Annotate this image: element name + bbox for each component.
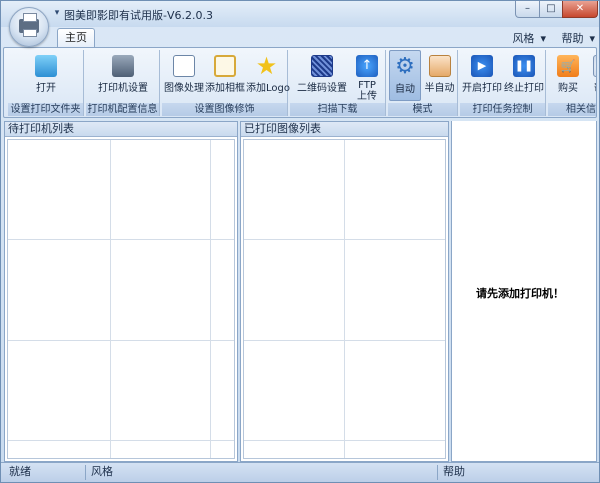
add-logo-label: 添加Logo xyxy=(246,83,290,94)
printer-settings-label: 打印机设置 xyxy=(98,83,148,94)
group-label-mode: 模式 xyxy=(388,103,457,116)
semi-auto-mode-label: 半自动 xyxy=(424,83,455,94)
grid-divider xyxy=(344,140,345,458)
ribbon: 打开 设置打印文件夹 打印机设置 打印机配置信息 图像处理 添加相框 ★ 添加L… xyxy=(3,47,597,118)
group-label-printer-config: 打印机配置信息 xyxy=(86,103,159,116)
status-style: 风格 xyxy=(91,465,113,478)
quick-access-dropdown-icon[interactable]: ▾ xyxy=(51,7,63,19)
status-state: 就绪 xyxy=(9,465,31,478)
group-print-folder: 打开 设置打印文件夹 xyxy=(8,50,84,116)
help-button[interactable]: 帮助 xyxy=(586,50,596,101)
grid-divider xyxy=(8,440,234,441)
qr-settings-label: 二维码设置 xyxy=(297,83,347,94)
grid-divider xyxy=(210,140,211,458)
printed-image-list[interactable] xyxy=(243,139,446,459)
grid-divider xyxy=(244,239,445,240)
qr-settings-button[interactable]: 二维码设置 xyxy=(294,50,350,101)
waiting-print-list-header: 待打印机列表 xyxy=(5,122,237,137)
help-icon xyxy=(593,55,596,77)
window-title: 图美即影即有试用版-V6.2.0.3 xyxy=(64,9,213,22)
printer-icon xyxy=(112,55,134,77)
buy-button[interactable]: 🛒 购买 xyxy=(550,50,586,101)
ribbon-right-menu: 风格 ▾ 帮助 ▾ xyxy=(500,30,595,46)
printer-settings-button[interactable]: 打印机设置 xyxy=(94,50,152,101)
open-button[interactable]: 打开 xyxy=(22,50,70,101)
help-label: 帮助 xyxy=(586,83,596,94)
no-printer-message: 请先添加打印机！ xyxy=(476,287,564,300)
stop-print-button[interactable]: ❚❚ 终止打印 xyxy=(503,50,545,101)
tab-home[interactable]: 主页 xyxy=(57,28,95,48)
grid-divider xyxy=(8,239,234,240)
waiting-print-list[interactable] xyxy=(7,139,235,459)
maximize-button[interactable]: □ xyxy=(539,1,563,18)
help-menu-label: 帮助 xyxy=(561,32,584,45)
start-print-label: 开启打印 xyxy=(462,83,502,94)
buy-label: 购买 xyxy=(558,83,578,94)
star-logo-icon: ★ xyxy=(255,52,278,80)
group-label-scan-download: 扫描下载 xyxy=(290,103,385,116)
help-menu-caret: ▾ xyxy=(589,32,595,45)
grid-divider xyxy=(8,340,234,341)
play-icon: ▶ xyxy=(471,55,493,77)
group-label-print-folder: 设置打印文件夹 xyxy=(8,103,83,116)
ribbon-tab-row: 主页 风格 ▾ 帮助 ▾ xyxy=(1,27,599,48)
hand-semi-auto-icon xyxy=(428,55,451,77)
waiting-print-list-pane: 待打印机列表 xyxy=(4,121,238,462)
semi-auto-mode-button[interactable]: 半自动 xyxy=(422,50,457,101)
gear-auto-icon: ⚙ xyxy=(395,54,415,79)
printed-image-list-pane: 已打印图像列表 xyxy=(240,121,449,462)
style-menu-label: 风格 xyxy=(512,32,535,45)
group-label-image-decoration: 设置图像修饰 xyxy=(162,103,287,116)
image-edit-icon xyxy=(173,55,195,77)
open-button-label: 打开 xyxy=(36,83,56,94)
group-image-decoration: 图像处理 添加相框 ★ 添加Logo 设置图像修饰 xyxy=(162,50,290,116)
ftp-label-line2: 上传 xyxy=(357,91,377,102)
ftp-upload-icon: ↑ xyxy=(356,55,378,77)
status-help: 帮助 xyxy=(443,465,465,478)
status-bar: 就绪 风格 帮助 xyxy=(1,462,599,482)
group-label-print-control: 打印任务控制 xyxy=(460,103,545,116)
photo-frame-icon xyxy=(214,55,236,77)
title-bar: ▾ 图美即影即有试用版-V6.2.0.3 – □ ✕ xyxy=(1,1,599,27)
grid-divider xyxy=(110,140,111,458)
ftp-upload-button[interactable]: ↑ FTP 上传 xyxy=(350,50,384,102)
status-separator xyxy=(85,465,86,480)
style-menu[interactable]: 风格 ▾ xyxy=(506,32,546,45)
style-menu-caret: ▾ xyxy=(540,32,546,45)
image-process-button[interactable]: 图像处理 xyxy=(164,50,204,101)
minimize-button[interactable]: – xyxy=(515,1,540,18)
pause-icon: ❚❚ xyxy=(513,55,535,77)
auto-mode-label: 自动 xyxy=(395,84,415,95)
stop-print-label: 终止打印 xyxy=(504,83,544,94)
app-menu-orb[interactable] xyxy=(9,7,49,47)
app-window: ▾ 图美即影即有试用版-V6.2.0.3 – □ ✕ 主页 风格 ▾ 帮助 ▾ 打开… xyxy=(0,0,600,483)
folder-open-icon xyxy=(35,55,57,77)
start-print-button[interactable]: ▶ 开启打印 xyxy=(461,50,503,101)
cart-icon: 🛒 xyxy=(557,55,579,77)
group-printer-config: 打印机设置 打印机配置信息 xyxy=(86,50,160,116)
group-mode: ⚙ 自动 半自动 模式 xyxy=(388,50,458,116)
close-button[interactable]: ✕ xyxy=(562,1,598,18)
add-logo-button[interactable]: ★ 添加Logo xyxy=(246,50,290,101)
group-related-info: 🛒 购买 帮助 相关信息 xyxy=(548,50,596,116)
printed-image-list-header: 已打印图像列表 xyxy=(241,122,448,137)
qr-code-icon xyxy=(311,55,333,77)
add-frame-button[interactable]: 添加相框 xyxy=(205,50,245,101)
group-scan-download: 二维码设置 ↑ FTP 上传 扫描下载 xyxy=(290,50,386,116)
group-label-related-info: 相关信息 xyxy=(548,103,596,116)
help-menu[interactable]: 帮助 ▾ xyxy=(555,32,595,45)
add-frame-label: 添加相框 xyxy=(205,83,245,94)
ftp-label-line1: FTP xyxy=(358,80,376,91)
auto-mode-button[interactable]: ⚙ 自动 xyxy=(389,50,421,101)
image-process-label: 图像处理 xyxy=(164,83,204,94)
grid-divider xyxy=(244,440,445,441)
printer-logo-icon xyxy=(19,13,39,37)
grid-divider xyxy=(244,340,445,341)
group-print-control: ▶ 开启打印 ❚❚ 终止打印 打印任务控制 xyxy=(460,50,546,116)
status-separator xyxy=(437,465,438,480)
